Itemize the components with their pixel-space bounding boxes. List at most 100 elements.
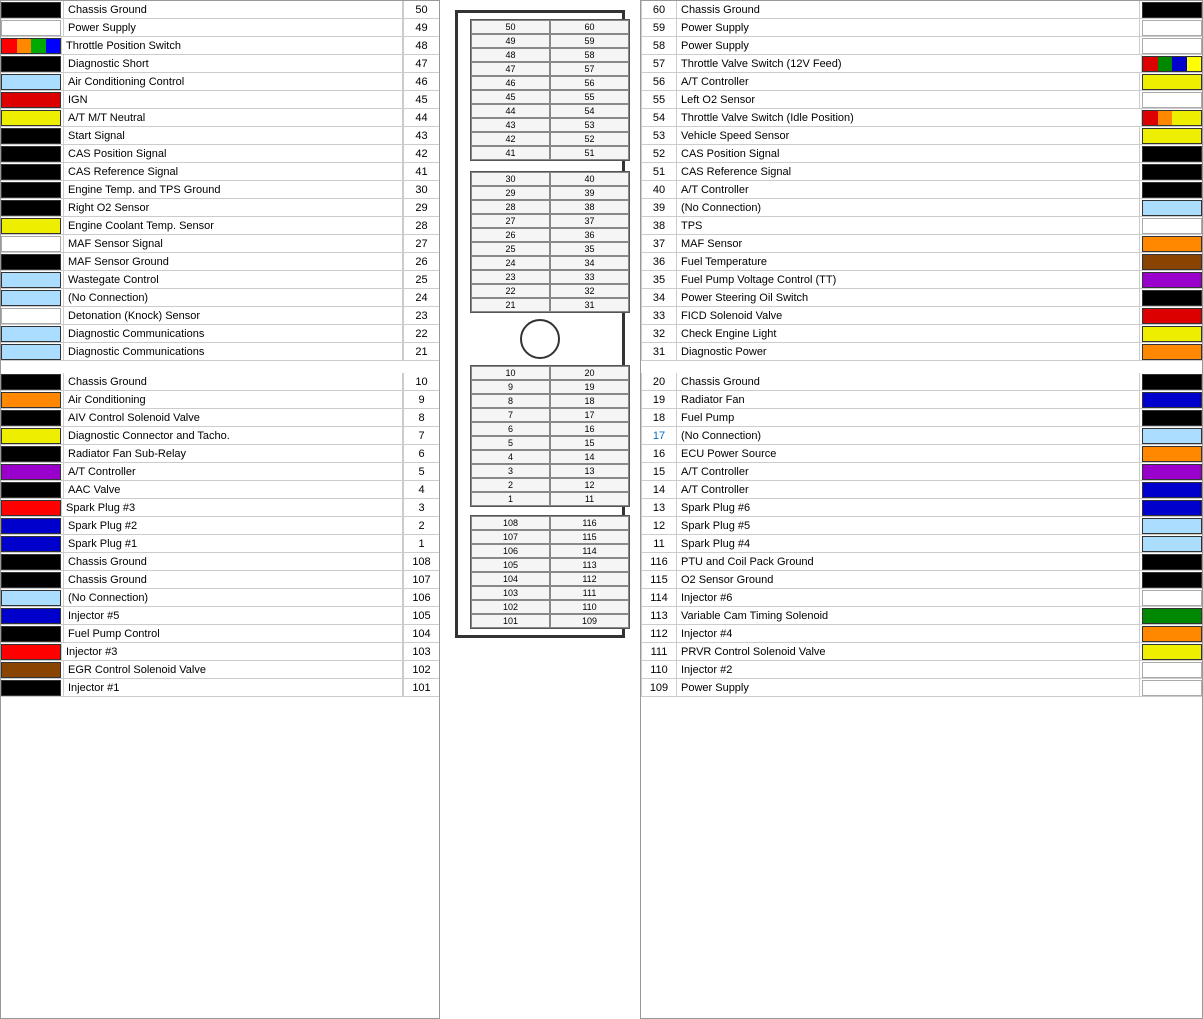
pin-cell: 2 bbox=[471, 478, 550, 492]
pin-cell: 104 bbox=[471, 572, 550, 586]
table-row: Throttle Position Switch48 bbox=[1, 37, 439, 55]
pin-label: Spark Plug #1 bbox=[63, 535, 403, 552]
table-row: 13Spark Plug #6 bbox=[641, 499, 1202, 517]
color-bar bbox=[1142, 74, 1202, 90]
pin-number: 54 bbox=[641, 109, 677, 126]
pin-cell: 25 bbox=[471, 242, 550, 256]
connector-diagram: 5060495948584757465645554454435342524151… bbox=[455, 10, 625, 638]
pin-label: Injector #2 bbox=[677, 661, 1140, 678]
color-bar bbox=[1142, 92, 1202, 108]
pin-label: Left O2 Sensor bbox=[677, 91, 1140, 108]
color-bar bbox=[1, 92, 61, 108]
pin-label: MAF Sensor Signal bbox=[63, 235, 403, 252]
pin-label: Chassis Ground bbox=[677, 373, 1140, 390]
pin-number: 18 bbox=[641, 409, 677, 426]
pin-number: 30 bbox=[403, 181, 439, 198]
pin-number: 2 bbox=[403, 517, 439, 534]
pin-label: PTU and Coil Pack Ground bbox=[677, 553, 1140, 570]
pin-label: (No Connection) bbox=[63, 289, 403, 306]
color-bar bbox=[1142, 110, 1202, 126]
pin-label: Start Signal bbox=[63, 127, 403, 144]
pin-cell: 8 bbox=[471, 394, 550, 408]
pin-cell: 44 bbox=[471, 104, 550, 118]
pin-grid: 5060495948584757465645554454435342524151 bbox=[470, 19, 630, 161]
pin-number: 38 bbox=[641, 217, 677, 234]
color-bar bbox=[1142, 20, 1202, 36]
pin-cell: 27 bbox=[471, 214, 550, 228]
pin-label: Spark Plug #2 bbox=[63, 517, 403, 534]
pin-cell: 111 bbox=[550, 586, 629, 600]
pin-number: 115 bbox=[641, 571, 677, 588]
table-row: 109Power Supply bbox=[641, 679, 1202, 697]
table-row: 20Chassis Ground bbox=[641, 373, 1202, 391]
color-bar bbox=[1142, 128, 1202, 144]
table-row: Chassis Ground10 bbox=[1, 373, 439, 391]
pin-cell: 32 bbox=[550, 284, 629, 298]
pin-number: 57 bbox=[641, 55, 677, 72]
table-row: Detonation (Knock) Sensor23 bbox=[1, 307, 439, 325]
color-bar bbox=[1142, 272, 1202, 288]
pin-cell: 52 bbox=[550, 132, 629, 146]
pin-label: Variable Cam Timing Solenoid bbox=[677, 607, 1140, 624]
pin-number: 116 bbox=[641, 553, 677, 570]
pin-number: 111 bbox=[641, 643, 677, 660]
pin-number: 48 bbox=[403, 37, 439, 54]
pin-number: 106 bbox=[403, 589, 439, 606]
color-bar bbox=[1142, 662, 1202, 678]
table-row: 18Fuel Pump bbox=[641, 409, 1202, 427]
pin-label: CAS Position Signal bbox=[63, 145, 403, 162]
color-bar bbox=[1142, 308, 1202, 324]
table-row: 33FICD Solenoid Valve bbox=[641, 307, 1202, 325]
color-bar bbox=[1142, 38, 1202, 54]
color-bar bbox=[1, 626, 61, 642]
pin-cell: 22 bbox=[471, 284, 550, 298]
table-row: IGN45 bbox=[1, 91, 439, 109]
table-row: 52CAS Position Signal bbox=[641, 145, 1202, 163]
pin-cell: 109 bbox=[550, 614, 629, 628]
pin-cell: 102 bbox=[471, 600, 550, 614]
table-row: (No Connection)24 bbox=[1, 289, 439, 307]
table-row: 57Throttle Valve Switch (12V Feed) bbox=[641, 55, 1202, 73]
table-row: 54Throttle Valve Switch (Idle Position) bbox=[641, 109, 1202, 127]
pin-cell: 1 bbox=[471, 492, 550, 506]
pin-label: Diagnostic Short bbox=[63, 55, 403, 72]
table-row: Chassis Ground108 bbox=[1, 553, 439, 571]
table-row: 60Chassis Ground bbox=[641, 1, 1202, 19]
pin-cell: 35 bbox=[550, 242, 629, 256]
pin-cell: 107 bbox=[471, 530, 550, 544]
table-row: A/T Controller5 bbox=[1, 463, 439, 481]
pin-cell: 58 bbox=[550, 48, 629, 62]
pin-number: 23 bbox=[403, 307, 439, 324]
pin-label: Chassis Ground bbox=[63, 1, 403, 18]
table-row: Engine Coolant Temp. Sensor28 bbox=[1, 217, 439, 235]
color-bar bbox=[1142, 428, 1202, 444]
color-bar bbox=[1142, 464, 1202, 480]
pin-label: Chassis Ground bbox=[63, 553, 403, 570]
pin-number: 4 bbox=[403, 481, 439, 498]
pin-number: 27 bbox=[403, 235, 439, 252]
pin-cell: 28 bbox=[471, 200, 550, 214]
table-row: 113Variable Cam Timing Solenoid bbox=[641, 607, 1202, 625]
table-row: Start Signal43 bbox=[1, 127, 439, 145]
table-row: Right O2 Sensor29 bbox=[1, 199, 439, 217]
pin-label: Fuel Temperature bbox=[677, 253, 1140, 270]
color-bar bbox=[1142, 500, 1202, 516]
pin-number: 44 bbox=[403, 109, 439, 126]
pin-label: Right O2 Sensor bbox=[63, 199, 403, 216]
pin-cell: 113 bbox=[550, 558, 629, 572]
color-bar bbox=[1142, 146, 1202, 162]
table-row: Air Conditioning9 bbox=[1, 391, 439, 409]
color-bar bbox=[1, 218, 61, 234]
pin-label: Diagnostic Communications bbox=[63, 325, 403, 342]
pin-label: ECU Power Source bbox=[677, 445, 1140, 462]
pin-label: Chassis Ground bbox=[677, 1, 1140, 18]
color-bar bbox=[1, 464, 61, 480]
pin-number: 14 bbox=[641, 481, 677, 498]
color-bar bbox=[1, 56, 61, 72]
color-bar bbox=[1142, 2, 1202, 18]
pin-grid: 1020919818717616515414313212111 bbox=[470, 365, 630, 507]
color-bar bbox=[1, 308, 61, 324]
pin-number: 9 bbox=[403, 391, 439, 408]
color-bar bbox=[1, 482, 61, 498]
table-row: Spark Plug #11 bbox=[1, 535, 439, 553]
